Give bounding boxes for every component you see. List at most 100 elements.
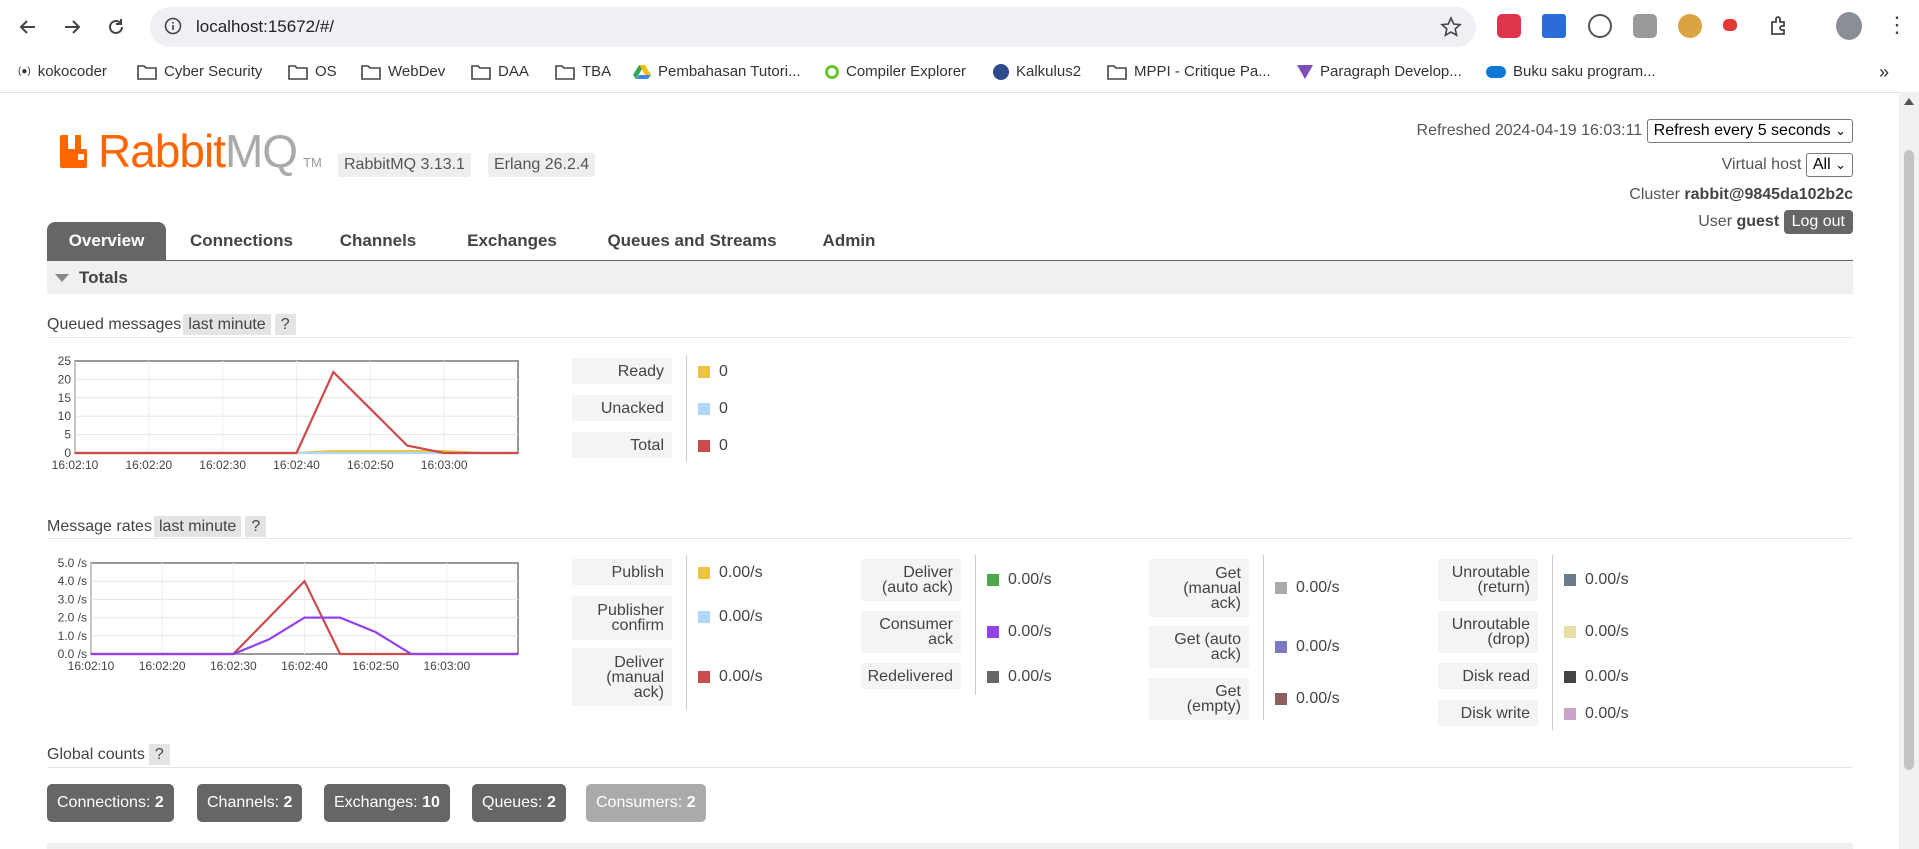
scroll-up-icon[interactable] — [1904, 98, 1914, 105]
reload-icon — [109, 19, 123, 34]
x-tick-label: 16:02:30 — [210, 659, 257, 673]
url-text[interactable]: localhost:15672/#/ — [196, 17, 334, 37]
refresh-interval-select[interactable]: Refresh every 5 seconds ⌄ — [1646, 119, 1853, 143]
queued-range-selector[interactable]: last minute — [183, 314, 271, 335]
extension-icon-3[interactable] — [1588, 14, 1612, 38]
compiler-explorer-icon — [825, 64, 839, 79]
ready-swatch — [698, 366, 710, 378]
rate-label-disk-read: Disk read — [1438, 663, 1538, 689]
stat-label-total: Total — [572, 432, 672, 458]
bookmark-folder[interactable]: TBA — [555, 63, 611, 80]
exchanges-count-button[interactable]: Exchanges: 10 — [324, 784, 450, 822]
queued-messages-chart: 051015202516:02:10 16:02:20 16:02:30 16:02:… — [52, 354, 519, 472]
rates-range-selector[interactable]: last minute — [153, 516, 242, 537]
rate-label-redelivered: Redelivered — [861, 663, 961, 689]
tab-overview[interactable]: Overview — [47, 222, 166, 260]
queued-help-button[interactable]: ? — [274, 314, 296, 335]
totals-section-header[interactable]: Totals — [47, 261, 1853, 294]
x-tick-label: 16:02:40 — [281, 659, 328, 673]
rate-deliver-manual-ack: 0.00/s — [698, 668, 763, 686]
tab-channels[interactable]: Channels — [326, 222, 430, 260]
x-tick-label: 16:02:20 — [125, 458, 172, 472]
global-counts-heading: Global counts? — [47, 744, 170, 765]
stat-label-ready: Ready — [572, 358, 672, 384]
arrow-left-icon — [19, 20, 35, 34]
bookmark-folder[interactable]: Cyber Security — [137, 63, 262, 80]
extension-icon-1[interactable] — [1497, 14, 1521, 38]
global-help-button[interactable]: ? — [148, 744, 170, 765]
vhost-row: Virtual host All ⌄ — [1722, 153, 1853, 177]
x-tick-label: 16:03:00 — [423, 659, 470, 673]
extension-icon-6[interactable] — [1723, 19, 1737, 31]
forward-button[interactable] — [56, 11, 88, 43]
y-tick-label: 20 — [58, 372, 72, 386]
x-tick-label: 16:02:10 — [52, 458, 99, 472]
extension-icon-2[interactable] — [1542, 14, 1566, 38]
site-info-icon[interactable] — [164, 17, 182, 35]
message-rates-heading: Message rates last minute? — [47, 516, 267, 537]
stat-total: 0 — [698, 437, 728, 455]
back-button[interactable] — [12, 11, 44, 43]
paragraph-icon — [1297, 64, 1313, 79]
channels-count-button[interactable]: Channels: 2 — [197, 784, 303, 822]
rates-help-button[interactable]: ? — [245, 516, 267, 537]
bookmark-folder[interactable]: DAA — [471, 63, 529, 80]
rate-deliver-auto-ack: 0.00/s — [987, 571, 1052, 589]
rabbitmq-logo[interactable]: RabbitMQ TM — [60, 128, 322, 174]
bookmark-item[interactable]: (●) kokocoder — [18, 63, 107, 80]
rate-redelivered: 0.00/s — [987, 668, 1052, 686]
rate-label-deliver-auto-ack: Deliver (auto ack) — [861, 559, 961, 601]
tab-admin[interactable]: Admin — [811, 222, 887, 260]
puzzle-extensions-icon[interactable] — [1768, 14, 1792, 38]
total-swatch — [698, 440, 710, 452]
x-tick-label: 16:02:20 — [139, 659, 186, 673]
vhost-select[interactable]: All ⌄ — [1805, 153, 1853, 177]
tab-exchanges[interactable]: Exchanges — [453, 222, 571, 260]
rate-label-get-manual-ack: Get (manual ack) — [1149, 559, 1249, 617]
y-tick-label: 15 — [58, 391, 72, 405]
rate-label-deliver-manual-ack: Deliver (manual ack) — [572, 648, 672, 706]
profile-avatar[interactable] — [1836, 12, 1862, 40]
university-icon — [993, 63, 1009, 80]
extension-icon-5[interactable] — [1678, 14, 1702, 38]
folder-icon — [288, 64, 308, 80]
tab-connections[interactable]: Connections — [179, 222, 304, 260]
rate-label-publish: Publish — [572, 559, 672, 585]
rate-label-consumer-ack: Consumer ack — [861, 611, 961, 653]
bookmark-star-icon[interactable] — [1440, 16, 1462, 38]
next-section-bar — [47, 843, 1853, 849]
y-tick-label: 5.0 /s — [58, 556, 87, 570]
onedrive-icon — [1486, 65, 1506, 78]
y-tick-label: 5 — [64, 428, 71, 442]
rate-label-disk-write: Disk write — [1438, 700, 1538, 726]
bookmark-folder[interactable]: OS — [288, 63, 337, 80]
bookmark-folder[interactable]: MPPI - Critique Pa... — [1107, 63, 1271, 80]
bookmark-item[interactable]: Compiler Explorer — [825, 63, 966, 80]
bookmark-item[interactable]: Paragraph Develop... — [1297, 63, 1462, 80]
bookmark-folder[interactable]: WebDev — [361, 63, 445, 80]
x-tick-label: 16:02:10 — [68, 659, 115, 673]
bookmark-item[interactable]: Pembahasan Tutori... — [633, 63, 801, 80]
y-tick-label: 3.0 /s — [58, 592, 87, 606]
queued-messages-heading: Queued messages last minute? — [47, 314, 296, 335]
arrow-right-icon — [65, 20, 81, 34]
rate-label-publisher-confirm: Publisher confirm — [572, 596, 672, 640]
tab-queues-and-streams[interactable]: Queues and Streams — [595, 222, 789, 260]
page-scrollbar[interactable] — [1899, 92, 1919, 849]
reload-button[interactable] — [100, 11, 132, 43]
kebab-menu-icon[interactable]: ⋮ — [1886, 14, 1908, 36]
queues-count-button[interactable]: Queues: 2 — [472, 784, 566, 822]
bookmark-item[interactable]: Kalkulus2 — [993, 63, 1081, 80]
extension-icon-4[interactable] — [1633, 14, 1657, 38]
bookmark-item[interactable]: Buku saku program... — [1486, 63, 1656, 80]
stat-label-unacked: Unacked — [572, 395, 672, 421]
erlang-version: Erlang 26.2.4 — [488, 153, 596, 177]
consumers-count-button[interactable]: Consumers: 2 — [586, 784, 706, 822]
bookmarks-overflow-icon[interactable]: » — [1879, 62, 1889, 83]
connections-count-button[interactable]: Connections: 2 — [47, 784, 174, 822]
scrollbar-thumb[interactable] — [1904, 150, 1914, 770]
address-bar[interactable]: localhost:15672/#/ — [150, 7, 1476, 47]
folder-icon — [361, 64, 381, 80]
y-tick-label: 25 — [58, 354, 72, 368]
rate-unroutable-return: 0.00/s — [1564, 571, 1629, 589]
